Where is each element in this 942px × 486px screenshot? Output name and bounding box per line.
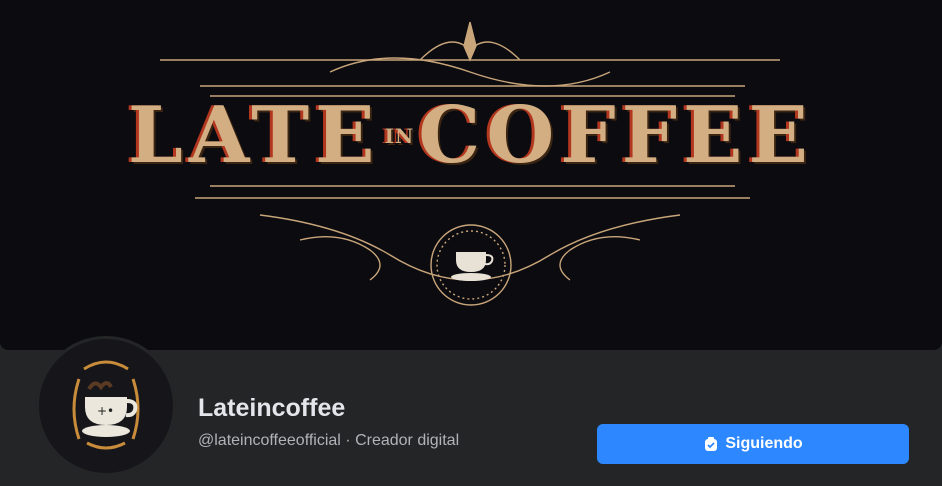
page-title: Lateincoffee	[198, 394, 346, 422]
page-subtitle: @lateincoffeeofficial · Creador digital	[198, 432, 459, 450]
following-button[interactable]: Siguiendo	[597, 424, 909, 464]
coffee-cup-logo-icon: + •	[72, 360, 140, 450]
page-handle[interactable]: @lateincoffeeofficial	[198, 432, 341, 449]
cover-photo[interactable]: LATE INCOFFEE	[0, 0, 942, 350]
svg-text:•: •	[107, 404, 114, 418]
profile-avatar[interactable]: + •	[36, 336, 176, 476]
following-label: Siguiendo	[725, 435, 803, 452]
check-badge-icon	[703, 436, 719, 452]
page-category: Creador digital	[355, 432, 460, 449]
cover-logo-text: LATE INCOFFEE	[128, 90, 814, 181]
svg-text:+: +	[97, 404, 107, 418]
separator: ·	[340, 432, 356, 449]
